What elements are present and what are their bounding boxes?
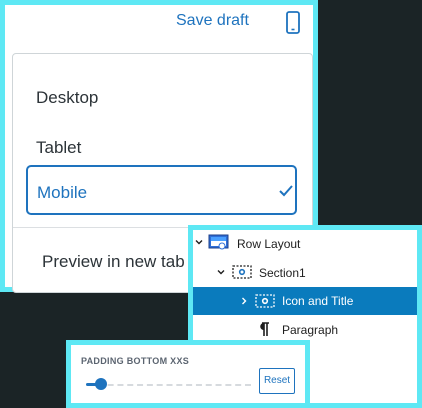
preview-in-new-tab-link[interactable]: Preview in new tab bbox=[42, 252, 185, 272]
tree-item-label: Icon and Title bbox=[282, 294, 354, 308]
slider-track[interactable] bbox=[88, 384, 251, 386]
section-icon bbox=[232, 265, 252, 279]
check-icon bbox=[279, 185, 293, 197]
menu-item-tablet[interactable]: Tablet bbox=[36, 138, 81, 158]
tree-item-label: Paragraph bbox=[282, 323, 339, 337]
icon-title-block-icon bbox=[255, 294, 275, 308]
mobile-device-icon[interactable] bbox=[285, 11, 301, 35]
tree-item-row-layout[interactable]: Row Layout bbox=[193, 230, 417, 259]
paragraph-icon bbox=[260, 322, 269, 336]
padding-bottom-label: PADDING BOTTOM XXS bbox=[81, 356, 190, 366]
chevron-right-icon[interactable] bbox=[240, 297, 248, 305]
reset-button[interactable]: Reset bbox=[259, 368, 295, 394]
menu-item-desktop[interactable]: Desktop bbox=[36, 88, 98, 108]
chevron-down-icon[interactable] bbox=[195, 238, 203, 246]
padding-bottom-control: PADDING BOTTOM XXS Reset bbox=[66, 340, 310, 408]
slider-thumb[interactable] bbox=[95, 378, 107, 390]
menu-item-mobile[interactable]: Mobile bbox=[26, 165, 297, 215]
tree-item-icon-and-title[interactable]: Icon and Title bbox=[193, 287, 417, 315]
save-draft-button[interactable]: Save draft bbox=[176, 12, 249, 30]
menu-item-mobile-label: Mobile bbox=[37, 183, 88, 202]
row-layout-icon bbox=[208, 234, 229, 250]
tree-item-label: Row Layout bbox=[237, 237, 301, 251]
chevron-down-icon[interactable] bbox=[217, 268, 225, 276]
tree-item-label: Section1 bbox=[259, 266, 306, 280]
tree-item-section1[interactable]: Section1 bbox=[193, 259, 417, 288]
